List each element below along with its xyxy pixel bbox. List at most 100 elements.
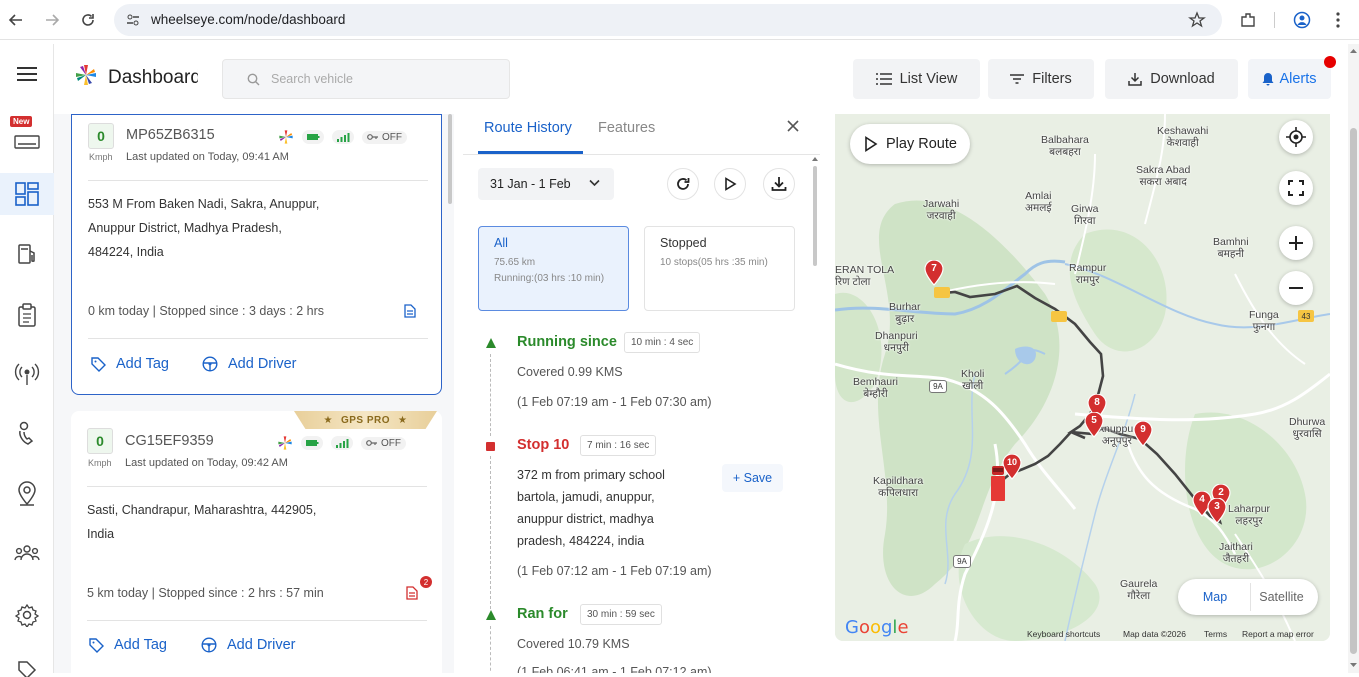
keyboard-shortcuts-link[interactable]: Keyboard shortcuts <box>1027 629 1100 639</box>
location-pin-icon[interactable] <box>0 474 54 514</box>
stopped-summary-card[interactable]: Stopped 10 stops(05 hrs :35 min) <box>644 226 795 311</box>
menu-kebab-icon[interactable] <box>1326 8 1350 32</box>
truck-icon[interactable] <box>990 466 1006 502</box>
my-location-icon[interactable] <box>1279 120 1313 154</box>
fuel-pump-icon[interactable] <box>0 234 54 274</box>
profile-icon[interactable] <box>1290 8 1314 32</box>
browser-toolbar: wheelseye.com/node/dashboard <box>0 0 1359 40</box>
speed-unit: Kmph <box>89 152 113 162</box>
fullscreen-icon[interactable] <box>1279 171 1313 205</box>
route-marker[interactable]: 3 <box>1207 498 1227 524</box>
duration-pill: 10 min : 4 sec <box>624 332 701 353</box>
tabs-divider <box>463 154 820 155</box>
event-title: Running since <box>517 334 617 350</box>
vehicle-number[interactable]: MP65ZB6315 <box>126 127 215 143</box>
zoom-in-button[interactable] <box>1279 226 1313 260</box>
route-map[interactable]: Balbahara बलबहरा Keshawahi केशवाही Sakra A… <box>835 114 1330 641</box>
map-place-label: Girwa गिरवा <box>1071 203 1099 227</box>
address-bar[interactable]: wheelseye.com/node/dashboard <box>114 4 1222 36</box>
list-view-button[interactable]: List View <box>853 59 980 99</box>
map-place-label: Dhurwa धुरवासि <box>1289 416 1326 440</box>
tag-nav-icon[interactable] <box>0 652 54 677</box>
map-type-satellite[interactable]: Satellite <box>1250 583 1312 611</box>
address-line: 553 M From Baken Nadi, Sakra, Anuppur, <box>88 197 320 211</box>
top-header: Dashboard Search vehicle List View Filte… <box>54 44 1359 114</box>
tag-icon <box>91 356 106 372</box>
dashboard-nav-icon[interactable] <box>0 173 54 215</box>
driver-call-icon[interactable] <box>0 414 54 454</box>
map-type-map[interactable]: Map <box>1186 583 1244 611</box>
scroll-down-icon[interactable] <box>1350 662 1357 668</box>
report-error-link[interactable]: Report a map error <box>1242 629 1314 639</box>
all-summary-card[interactable]: All 75.65 km Running:(03 hrs :10 min) <box>478 226 629 311</box>
ignition-status: OFF <box>361 436 406 450</box>
scroll-up-icon[interactable] <box>1350 48 1357 54</box>
refresh-button[interactable] <box>667 168 699 200</box>
users-group-icon[interactable] <box>0 533 54 573</box>
play-route-button[interactable]: Play Route <box>850 124 970 164</box>
add-driver-button[interactable]: Add Driver <box>201 637 296 653</box>
route-marker[interactable]: 9 <box>1133 421 1153 447</box>
terms-link[interactable]: Terms <box>1204 629 1227 639</box>
extensions-icon[interactable] <box>1236 8 1260 32</box>
forward-icon[interactable] <box>40 8 64 32</box>
zoom-out-button[interactable] <box>1279 271 1313 305</box>
site-info-icon[interactable] <box>125 12 141 28</box>
vehicle-address: 553 M From Baken Nadi, Sakra, Anuppur, A… <box>88 192 348 264</box>
hamburger-menu-icon[interactable] <box>0 54 54 94</box>
left-nav-rail: New <box>0 44 54 677</box>
stopped-title: Stopped <box>660 236 707 250</box>
document-icon[interactable] <box>404 304 416 318</box>
close-icon[interactable] <box>786 119 800 133</box>
map-place-label: Burhar बुढ़ार <box>889 301 921 325</box>
speed-value: 0 <box>87 428 113 454</box>
star-icon[interactable] <box>1188 11 1206 29</box>
status-icons: OFF <box>278 129 407 145</box>
signal-strength-icon <box>332 130 354 144</box>
vehicle-number[interactable]: CG15EF9359 <box>125 433 214 449</box>
gps-device-icon[interactable] <box>0 122 54 162</box>
download-icon <box>1128 72 1142 86</box>
play-button[interactable] <box>714 168 746 200</box>
ignition-status: OFF <box>362 130 407 144</box>
event-time: (1 Feb 06:41 am - 1 Feb 07:12 am) <box>517 665 712 673</box>
tab-features[interactable]: Features <box>598 120 655 136</box>
route-marker[interactable]: 5 <box>1084 412 1104 438</box>
detail-line: anuppur district, madhya <box>517 512 654 526</box>
search-icon <box>247 73 260 86</box>
alerts-button[interactable]: Alerts <box>1248 59 1331 99</box>
speed-value: 0 <box>88 123 114 149</box>
clipboard-icon[interactable] <box>0 295 54 335</box>
download-route-button[interactable] <box>763 168 795 200</box>
search-input[interactable]: Search vehicle <box>222 59 510 99</box>
add-tag-label: Add Tag <box>116 356 169 372</box>
download-button[interactable]: Download <box>1105 59 1238 99</box>
wheelseye-logo-icon <box>74 63 98 87</box>
signal-tower-icon[interactable] <box>0 354 54 394</box>
vehicle-card[interactable]: ★ GPS PRO ★ 0 Kmph CG15EF9359 Last updated… <box>71 411 442 673</box>
list-scrollbar[interactable] <box>448 114 452 204</box>
steering-wheel-icon <box>202 356 218 372</box>
panel-scrollbar[interactable] <box>813 166 817 266</box>
save-location-button[interactable]: + Save <box>722 464 783 492</box>
all-distance: 75.65 km <box>494 257 536 268</box>
signal-strength-icon <box>331 436 353 450</box>
settings-gear-icon[interactable] <box>0 595 54 635</box>
filters-button[interactable]: Filters <box>988 59 1094 99</box>
search-placeholder: Search vehicle <box>271 72 353 86</box>
add-tag-button[interactable]: Add Tag <box>91 356 169 372</box>
detail-line: bartola, jamudi, anuppur, <box>517 490 655 504</box>
vehicle-card[interactable]: 0 Kmph MP65ZB6315 Last updated on Today,… <box>71 114 442 395</box>
scroll-up-icon[interactable] <box>812 156 818 162</box>
event-detail: Covered 0.99 KMS <box>517 365 623 379</box>
reload-icon[interactable] <box>76 8 100 32</box>
date-range-select[interactable]: 31 Jan - 1 Feb <box>478 168 614 200</box>
tab-route-history[interactable]: Route History <box>484 120 572 136</box>
document-alert-icon[interactable] <box>406 586 418 600</box>
route-marker[interactable]: 7 <box>924 260 944 286</box>
back-icon[interactable] <box>4 8 28 32</box>
map-place-label: Balbahara बलबहरा <box>1041 134 1089 158</box>
page-scrollbar-thumb[interactable] <box>1350 128 1357 654</box>
add-driver-button[interactable]: Add Driver <box>202 356 297 372</box>
add-tag-button[interactable]: Add Tag <box>89 637 167 653</box>
